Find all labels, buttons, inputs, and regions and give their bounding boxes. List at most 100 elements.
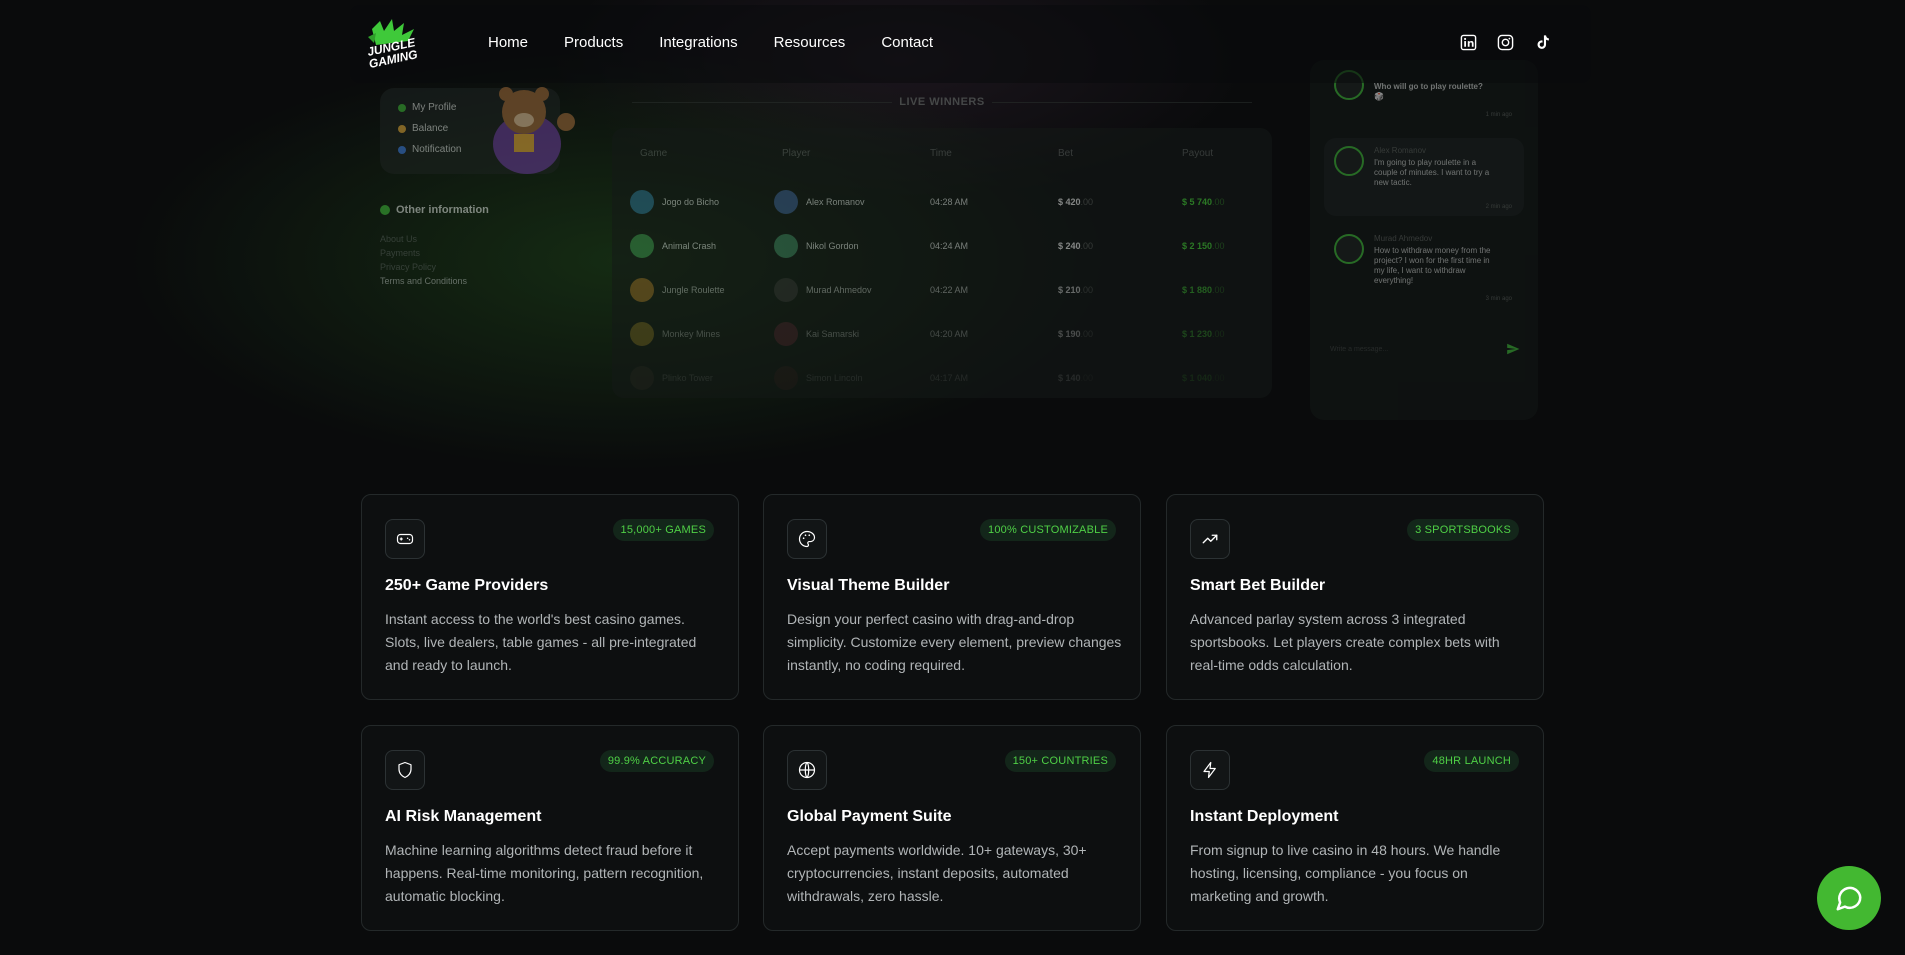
coin-icon [398, 124, 406, 133]
nav-resources[interactable]: Resources [774, 34, 846, 51]
globe-icon [787, 750, 827, 790]
other-links: About Us Payments Privacy Policy Terms a… [380, 232, 467, 288]
payout-amount: $ 1 040.00 [1182, 373, 1225, 383]
shield-icon [385, 750, 425, 790]
feature-card: 99.9% ACCURACY AI Risk Management Machine … [361, 725, 739, 931]
bet-amount: $ 210.00 [1058, 285, 1094, 295]
feature-card: 150+ COUNTRIES Global Payment Suite Accept… [763, 725, 1141, 931]
bear-mascot-image [493, 87, 575, 174]
gamepad-icon [385, 519, 425, 559]
table-row: Jogo do Bicho Alex Romanov 04:28 AM $ 420.0… [612, 182, 1272, 226]
footer-link: Terms and Conditions [380, 276, 468, 286]
feature-description: From signup to live casino in 48 hours. … [1190, 842, 1501, 904]
feature-title: Smart Bet Builder [1190, 577, 1326, 594]
feature-card: 100% CUSTOMIZABLE Visual Theme Builder Des… [763, 494, 1141, 700]
game-name: Monkey Mines [662, 329, 721, 339]
profile-menu-item: Balance [398, 123, 448, 134]
payout-amount: $ 5 740.00 [1182, 197, 1225, 207]
footer-link: Payments [380, 248, 421, 258]
payout-amount: $ 2 150.00 [1182, 241, 1225, 251]
avatar [774, 190, 798, 214]
avatar [1334, 146, 1364, 176]
nav-products[interactable]: Products [564, 34, 623, 51]
avatar [774, 366, 798, 390]
footer-link: About Us [380, 234, 418, 244]
nav-home[interactable]: Home [488, 34, 528, 51]
info-dot-icon [380, 205, 390, 215]
feature-description: Instant access to the world's best casin… [385, 611, 697, 673]
trending-up-icon [1190, 519, 1230, 559]
feature-card: 15,000+ GAMES 250+ Game Providers Instant … [361, 494, 739, 700]
game-name: Animal Crash [662, 241, 717, 251]
chat-message: Murad Ahmedov How to withdraw money from… [1324, 226, 1524, 306]
footer-link: Privacy Policy [380, 262, 437, 272]
avatar [774, 278, 798, 302]
column-header: Game [640, 148, 668, 159]
feature-title: 250+ Game Providers [385, 577, 549, 594]
player-name: Murad Ahmedov [806, 285, 872, 295]
feature-card: 3 SPORTSBOOKS Smart Bet Builder Advanced p… [1166, 494, 1544, 700]
main-nav: Home Products Integrations Resources Con… [488, 34, 969, 51]
game-name: Jungle Roulette [662, 285, 725, 295]
feature-badge: 48HR LAUNCH [1424, 750, 1519, 772]
win-time: 04:22 AM [930, 285, 969, 295]
live-winners-panel: LIVE WINNERS Game Player Time Bet Payout… [612, 88, 1521, 408]
player-name: Simon Lincoln [806, 373, 863, 383]
tiktok-icon[interactable] [1533, 33, 1551, 51]
bet-amount: $ 140.00 [1058, 373, 1094, 383]
feature-badge: 3 SPORTSBOOKS [1407, 519, 1519, 541]
instagram-icon[interactable] [1496, 33, 1514, 51]
bell-icon [398, 145, 406, 154]
game-name: Jogo do Bicho [662, 197, 720, 207]
site-header: JUNGLE GAMING Home Products Integrations… [350, 5, 1591, 83]
palette-icon [787, 519, 827, 559]
winners-table: Game Player Time Bet Payout Jogo do Bich… [612, 128, 1272, 398]
feature-badge: 150+ COUNTRIES [1004, 750, 1116, 772]
payout-amount: $ 1 880.00 [1182, 285, 1225, 295]
bet-amount: $ 240.00 [1058, 241, 1094, 251]
bet-amount: $ 190.00 [1058, 329, 1094, 339]
avatar [1334, 234, 1364, 264]
game-thumbnail [630, 278, 654, 302]
send-icon [1507, 343, 1520, 355]
feature-title: Visual Theme Builder [787, 577, 950, 594]
chat-message: Alex Romanov I'm going to play roulette … [1324, 138, 1524, 216]
column-header: Time [930, 148, 952, 159]
column-header: Player [782, 148, 811, 159]
payout-amount: $ 1 230.00 [1182, 329, 1225, 339]
game-thumbnail [630, 366, 654, 390]
feature-badge: 100% CUSTOMIZABLE [980, 519, 1116, 541]
column-header: Bet [1058, 148, 1074, 159]
linkedin-icon[interactable] [1459, 33, 1477, 51]
feature-description: Machine learning algorithms detect fraud… [385, 842, 704, 904]
feature-title: Global Payment Suite [787, 808, 952, 825]
feature-card: 48HR LAUNCH Instant Deployment From signup… [1166, 725, 1544, 931]
bet-amount: $ 420.00 [1058, 197, 1094, 207]
chat-input-placeholder: Write a message... [1330, 346, 1389, 353]
table-row: Animal Crash Nikol Gordon 04:24 AM $ 240.00… [612, 226, 1272, 270]
avatar [774, 234, 798, 258]
social-links [1459, 33, 1551, 51]
table-row: Monkey Mines Kai Samarski 04:20 AM $ 190.00… [612, 314, 1272, 358]
profile-menu-item: Notification [398, 144, 461, 155]
feature-title: Instant Deployment [1190, 808, 1339, 825]
feature-title: AI Risk Management [385, 808, 542, 825]
nav-integrations[interactable]: Integrations [659, 34, 737, 51]
zap-icon [1190, 750, 1230, 790]
table-row: Jungle Roulette Murad Ahmedov 04:22 AM $ 21… [612, 270, 1272, 314]
chat-support-button[interactable] [1817, 866, 1881, 930]
column-header: Payout [1182, 148, 1214, 159]
jungle-gaming-logo[interactable]: JUNGLE GAMING [364, 19, 426, 69]
game-thumbnail [630, 322, 654, 346]
user-icon [398, 103, 406, 112]
nav-contact[interactable]: Contact [881, 34, 933, 51]
feature-description: Accept payments worldwide. 10+ gateways,… [787, 842, 1087, 904]
player-name: Nikol Gordon [806, 241, 859, 251]
win-time: 04:20 AM [930, 329, 969, 339]
win-time: 04:17 AM [930, 373, 969, 383]
win-time: 04:24 AM [930, 241, 969, 251]
message-circle-icon [1836, 886, 1862, 911]
feature-badge: 99.9% ACCURACY [599, 750, 714, 772]
avatar [774, 322, 798, 346]
other-info-heading: Other information [380, 204, 489, 216]
